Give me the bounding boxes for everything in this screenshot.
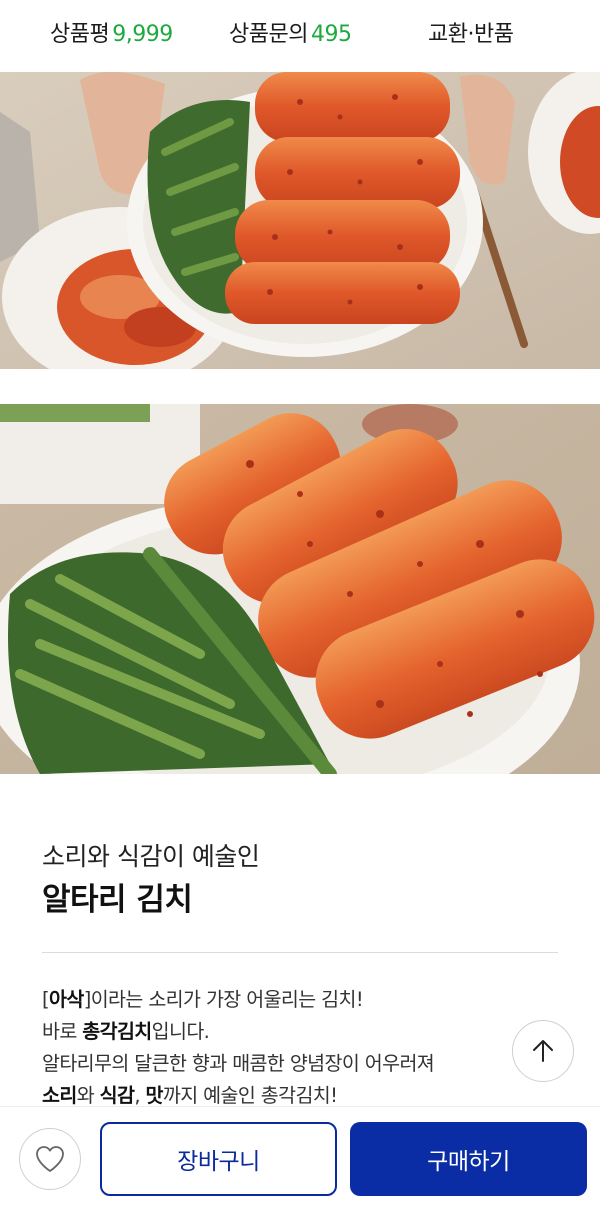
product-subtitle: 소리와 식감이 예술인 xyxy=(42,842,260,871)
arrow-up-icon xyxy=(533,1040,553,1062)
description-line-1: [아삭]이라는 소리가 가장 어울리는 김치! xyxy=(42,984,512,1016)
review-count: 9,999 xyxy=(112,22,173,47)
line2-suffix: 입니다. xyxy=(151,1020,210,1043)
product-photo-2-image xyxy=(0,404,600,774)
line4-rest: 까지 예술인 총각김치! xyxy=(162,1084,338,1107)
product-photo-1 xyxy=(0,72,600,369)
buy-now-button[interactable]: 구매하기 xyxy=(350,1122,587,1196)
line2-prefix: 바로 xyxy=(42,1020,83,1043)
product-description: [아삭]이라는 소리가 가장 어울리는 김치! 바로 총각김치입니다. 알타리무… xyxy=(42,984,512,1112)
product-photo-1-image xyxy=(0,72,600,369)
inquiry-count: 495 xyxy=(310,22,352,47)
tab-inquiries[interactable]: 상품문의 495 xyxy=(229,20,352,50)
emphasis-asak: 아삭 xyxy=(49,988,84,1011)
product-title: 알타리 김치 xyxy=(42,882,193,918)
bracket-open: [ xyxy=(42,988,50,1011)
tab-inquiries-label: 상품문의 xyxy=(229,22,308,47)
description-line-3: 알타리무의 달큰한 향과 매콤한 양념장이 어우러져 xyxy=(42,1052,435,1075)
emphasis-taste: 맛 xyxy=(145,1084,164,1107)
emphasis-sound: 소리 xyxy=(42,1084,77,1107)
tab-exchange-return[interactable]: 교환·반품 xyxy=(428,20,514,50)
heart-icon xyxy=(36,1146,64,1172)
line4-mid1: 와 xyxy=(76,1084,100,1107)
tab-reviews[interactable]: 상품평 9,999 xyxy=(50,20,173,50)
product-tabs: 상품평 9,999 상품문의 495 교환·반품 xyxy=(0,0,600,72)
line1-rest: ]이라는 소리가 가장 어울리는 김치! xyxy=(83,988,364,1011)
bottom-action-bar: 장바구니 구매하기 xyxy=(0,1106,600,1208)
description-line-2: 바로 총각김치입니다. xyxy=(42,1016,512,1048)
emphasis-texture: 식감 xyxy=(99,1084,135,1107)
emphasis-chonggak: 총각김치 xyxy=(82,1020,152,1043)
line4-mid2: , xyxy=(134,1084,146,1107)
tab-exchange-return-label: 교환·반품 xyxy=(428,22,514,47)
add-to-cart-button[interactable]: 장바구니 xyxy=(100,1122,337,1196)
section-divider xyxy=(42,952,558,953)
product-photo-2 xyxy=(0,404,600,774)
tab-reviews-label: 상품평 xyxy=(50,22,110,47)
scroll-to-top-button[interactable] xyxy=(512,1020,574,1082)
wishlist-button[interactable] xyxy=(19,1128,81,1190)
